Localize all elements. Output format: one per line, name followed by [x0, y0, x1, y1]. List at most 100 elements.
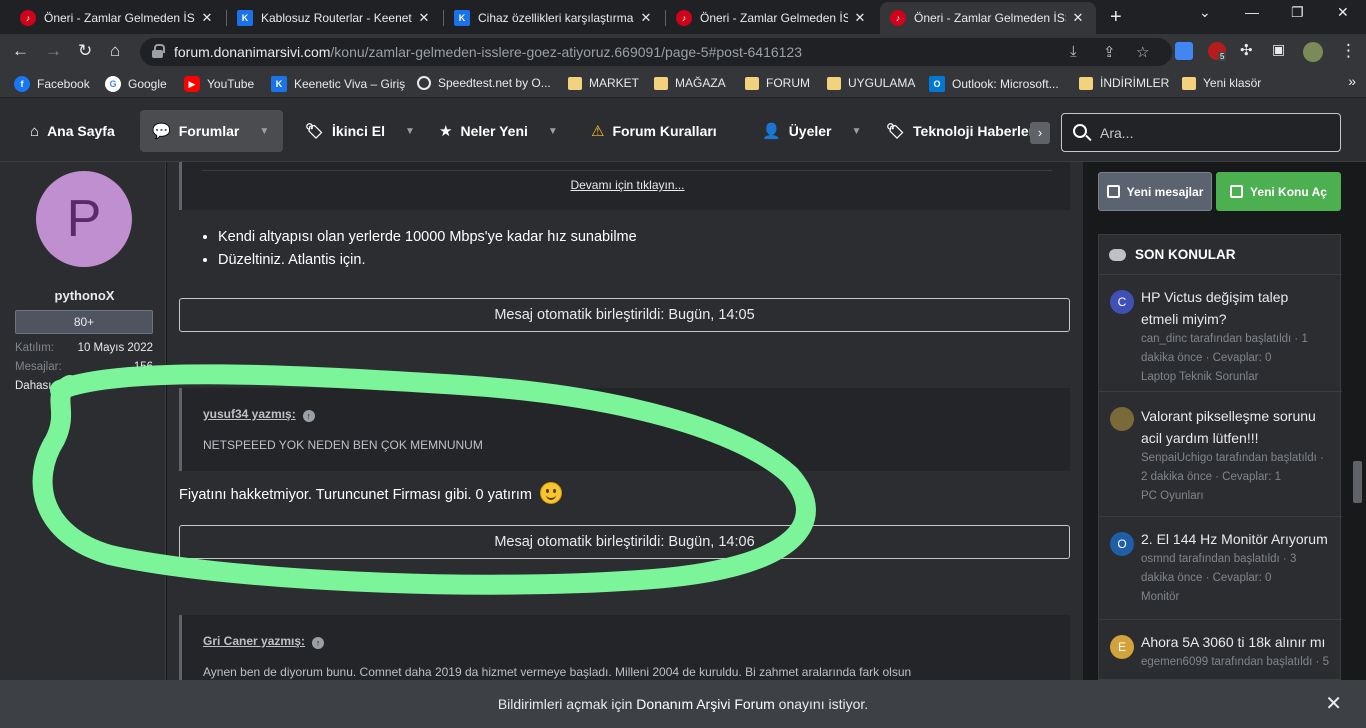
topic-title[interactable]: HP Victus değişim talep etmeli miyim? — [1141, 286, 1329, 330]
chevron-down-icon[interactable]: ▼ — [548, 126, 558, 137]
divider — [202, 170, 1052, 171]
new-messages-button[interactable]: Yeni mesajlar — [1098, 172, 1212, 211]
nav-second-hand[interactable]: 🏷 İkinci El ▼ — [293, 110, 427, 152]
nav-scroll-right-icon[interactable]: › — [1030, 122, 1050, 144]
avatar[interactable] — [1110, 407, 1134, 431]
user-more-row[interactable]: Dahası — [15, 380, 153, 392]
bookmark-youtube[interactable]: ▶ YouTube — [184, 76, 254, 92]
bookmark-folder-uygulama[interactable]: UYGULAMA — [827, 76, 915, 90]
browser-tabstrip: ♪ Öneri - Zamlar Gelmeden İSS ✕ K Kablos… — [0, 0, 1366, 34]
list-item[interactable]: E Ahora 5A 3060 ti 18k alınır mı egemen6… — [1099, 621, 1342, 680]
nav-whats-new[interactable]: ★ Neler Yeni ▼ — [427, 110, 570, 152]
profile-avatar[interactable] — [1303, 42, 1323, 62]
close-tab-icon[interactable]: ✕ — [1070, 10, 1086, 26]
warning-icon: ⚠ — [591, 123, 605, 140]
topic-forum[interactable]: PC Oyunları — [1141, 487, 1329, 506]
list-item[interactable]: O 2. El 144 Hz Monitör Arıyorum osmnd ta… — [1099, 518, 1342, 620]
search-input[interactable]: Ara... — [1061, 113, 1341, 152]
bookmark-google[interactable]: G Google — [105, 76, 167, 92]
topic-title[interactable]: Valorant pikselleşme sorunu acil yardım … — [1141, 405, 1329, 449]
list-item[interactable]: Valorant pikselleşme sorunu acil yardım … — [1099, 393, 1342, 517]
back-icon[interactable]: ← — [12, 41, 29, 61]
sidebar: Yeni mesajlar Yeni Konu Aç SON KONULAR C… — [1084, 162, 1366, 680]
username[interactable]: pythonoX — [3, 288, 166, 303]
browser-tab[interactable]: ♪ Öneri - Zamlar Gelmeden İSS ✕ — [666, 2, 878, 34]
quote-text: NETSPEEED YOK NEDEN BEN ÇOK MEMNUNUM — [203, 438, 483, 452]
expand-quote-link[interactable]: Devamı için tıklayın... — [182, 178, 1073, 192]
topic-forum[interactable]: Laptop Teknik Sorunlar — [1141, 368, 1329, 387]
nav-forum-rules[interactable]: ⚠ Forum Kuralları — [579, 110, 729, 152]
chevron-down-icon[interactable]: ▼ — [405, 126, 415, 137]
bookmark-star-icon[interactable]: ☆ — [1136, 43, 1149, 61]
bookmark-facebook[interactable]: f Facebook — [14, 76, 90, 92]
more-bookmarks-icon[interactable]: » — [1348, 73, 1356, 89]
new-tab-icon[interactable]: + — [1110, 6, 1122, 29]
avatar[interactable]: O — [1110, 532, 1134, 556]
avatar[interactable]: E — [1110, 635, 1134, 659]
chevron-down-icon[interactable]: ▼ — [259, 126, 269, 137]
bookmark-outlook[interactable]: O Outlook: Microsoft... — [929, 76, 1059, 92]
topic-forum[interactable]: Monitör — [1141, 588, 1329, 607]
outlook-icon: O — [929, 76, 945, 92]
close-tab-icon[interactable]: ✕ — [638, 10, 654, 26]
maximize-icon[interactable]: ❐ — [1291, 4, 1304, 21]
topic-title[interactable]: Ahora 5A 3060 ti 18k alınır mı — [1141, 631, 1329, 653]
ublock-extension-icon[interactable]: 5 — [1208, 42, 1227, 61]
browser-toolbar: ← → ↻ ⌂ forum.donanimarsivi.com/konu/zam… — [0, 34, 1366, 70]
user-joined-row: Katılım: 10 Mayıs 2022 — [15, 342, 153, 354]
nav-forums[interactable]: 💬 Forumlar ▼ — [140, 110, 283, 152]
quote-author-link[interactable]: yusuf34 yazmış: ↑ — [203, 407, 315, 422]
bookmark-folder-indirimler[interactable]: İNDİRİMLER — [1079, 76, 1169, 90]
nav-home[interactable]: ⌂ Ana Sayfa — [18, 110, 127, 152]
share-icon[interactable]: ⇪ — [1103, 43, 1116, 61]
close-tab-icon[interactable]: ✕ — [416, 10, 432, 26]
close-icon[interactable]: ✕ — [1325, 680, 1342, 728]
quote-author-link[interactable]: Gri Caner yazmış: ↑ — [203, 634, 325, 649]
avatar[interactable]: P — [36, 171, 132, 267]
avatar[interactable]: C — [1110, 290, 1134, 314]
browser-tab[interactable]: K Cihaz özellikleri karşılaştırma ✕ — [444, 2, 664, 34]
arrow-up-icon[interactable]: ↑ — [312, 637, 325, 649]
translate-extension-icon[interactable] — [1175, 42, 1193, 60]
nav-members[interactable]: 👤 Üyeler ▼ — [750, 110, 873, 152]
close-tab-icon[interactable]: ✕ — [199, 10, 215, 26]
tab-search-icon[interactable]: ⌄ — [1199, 4, 1211, 21]
bookmark-folder-yeni[interactable]: Yeni klasör — [1182, 76, 1261, 90]
lock-icon — [152, 44, 165, 58]
star-icon: ★ — [439, 123, 453, 140]
nav-tech-news[interactable]: 🏷 Teknoloji Haberleri — [874, 110, 1030, 152]
browser-tab[interactable]: ♪ Öneri - Zamlar Gelmeden İSS ✕ — [10, 2, 225, 34]
close-tab-icon[interactable]: ✕ — [852, 10, 868, 26]
folder-icon — [745, 76, 759, 90]
chevron-down-icon[interactable]: ▼ — [852, 126, 862, 137]
bookmark-folder-forum[interactable]: FORUM — [745, 76, 810, 90]
forward-icon[interactable]: → — [45, 41, 62, 61]
install-icon[interactable]: ⤓ — [1070, 43, 1077, 60]
bookmark-folder-market[interactable]: MARKET — [568, 76, 639, 90]
page-scrollbar[interactable] — [1349, 162, 1366, 680]
keenetic-icon: K — [271, 76, 287, 92]
close-window-icon[interactable]: ✕ — [1337, 4, 1349, 21]
new-topic-button[interactable]: Yeni Konu Aç — [1216, 172, 1341, 211]
tag-icon: 🏷 — [305, 123, 325, 140]
topic-title[interactable]: 2. El 144 Hz Monitör Arıyorum — [1141, 528, 1329, 550]
scrollbar-thumb[interactable] — [1353, 461, 1362, 503]
reload-icon[interactable]: ↻ — [78, 41, 92, 61]
url-text[interactable]: forum.donanimarsivi.com/konu/zamlar-gelm… — [174, 44, 802, 60]
side-panel-icon[interactable]: ▣ — [1272, 41, 1285, 58]
list-item[interactable]: C HP Victus değişim talep etmeli miyim? … — [1099, 276, 1342, 392]
bookmarks-bar: f Facebook G Google ▶ YouTube K Keenetic Viv… — [0, 70, 1366, 98]
browser-tab[interactable]: K Kablosuz Routerlar - Keenetic ✕ — [227, 2, 442, 34]
bookmark-folder-magaza[interactable]: MAĞAZA — [654, 76, 726, 90]
menu-kebab-icon[interactable]: ⋮ — [1340, 41, 1357, 61]
browser-tab-active[interactable]: ♪ Öneri - Zamlar Gelmeden İSS ✕ — [880, 2, 1096, 34]
minimize-icon[interactable]: — — [1245, 4, 1259, 20]
user-icon: 👤 — [762, 123, 781, 140]
arrow-up-icon[interactable]: ↑ — [302, 410, 315, 422]
bookmark-speedtest[interactable]: Speedtest.net by O... — [417, 76, 551, 90]
bookmark-keenetic[interactable]: K Keenetic Viva – Giriş — [271, 76, 405, 92]
extensions-puzzle-icon[interactable]: ✣ — [1240, 41, 1253, 59]
home-icon: ⌂ — [30, 122, 40, 140]
home-icon[interactable]: ⌂ — [110, 41, 120, 61]
address-bar[interactable]: forum.donanimarsivi.com/konu/zamlar-gelm… — [140, 38, 1172, 66]
